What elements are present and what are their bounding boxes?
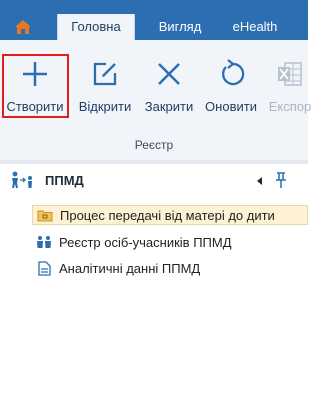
panel-title: ППМД [45, 173, 84, 188]
ribbon-group-label: Реєстр [134, 138, 174, 152]
close-button[interactable]: Закрити [139, 52, 199, 117]
home-icon [15, 20, 31, 34]
edit-icon [93, 62, 117, 86]
panel-header: ППМД [0, 166, 308, 196]
refresh-button-label: Оновити [205, 99, 257, 114]
home-tab[interactable] [3, 14, 43, 40]
close-icon [158, 63, 180, 85]
document-icon [35, 260, 53, 276]
export-button-label: Експор [268, 99, 312, 114]
tree-item-analytics[interactable]: Аналітичні данні ППМД [32, 258, 308, 278]
refresh-button[interactable]: Оновити [201, 52, 261, 117]
tab-ehealth[interactable]: eHealth [222, 14, 288, 40]
collapse-arrow-icon[interactable] [256, 176, 264, 186]
tree-item-participants-registry[interactable]: Реєстр осіб-учасників ППМД [32, 232, 308, 252]
refresh-icon [222, 59, 245, 86]
export-button: Експор [263, 52, 317, 117]
excel-icon [278, 62, 302, 86]
ribbon-divider [0, 160, 308, 164]
tab-view[interactable]: Вигляд [144, 14, 216, 40]
transfer-people-icon [12, 171, 32, 188]
create-button-highlight [2, 54, 69, 118]
tree-item-label: Аналітичні данні ППМД [59, 260, 201, 276]
people-icon [35, 234, 53, 250]
ribbon-tab-bar: Головна Вигляд eHealth [0, 0, 308, 40]
tree-item-label: Процес передачі від матері до дити [60, 207, 275, 223]
tree-item-label: Реєстр осіб-учасників ППМД [59, 234, 232, 250]
open-button[interactable]: Відкрити [71, 52, 139, 117]
pin-icon[interactable] [274, 171, 288, 189]
open-button-label: Відкрити [78, 99, 132, 114]
folder-icon [36, 207, 54, 223]
tab-home[interactable]: Головна [57, 14, 135, 40]
tree-item-transfer-process[interactable]: Процес передачі від матері до дити [32, 205, 308, 225]
close-button-label: Закрити [144, 99, 194, 114]
